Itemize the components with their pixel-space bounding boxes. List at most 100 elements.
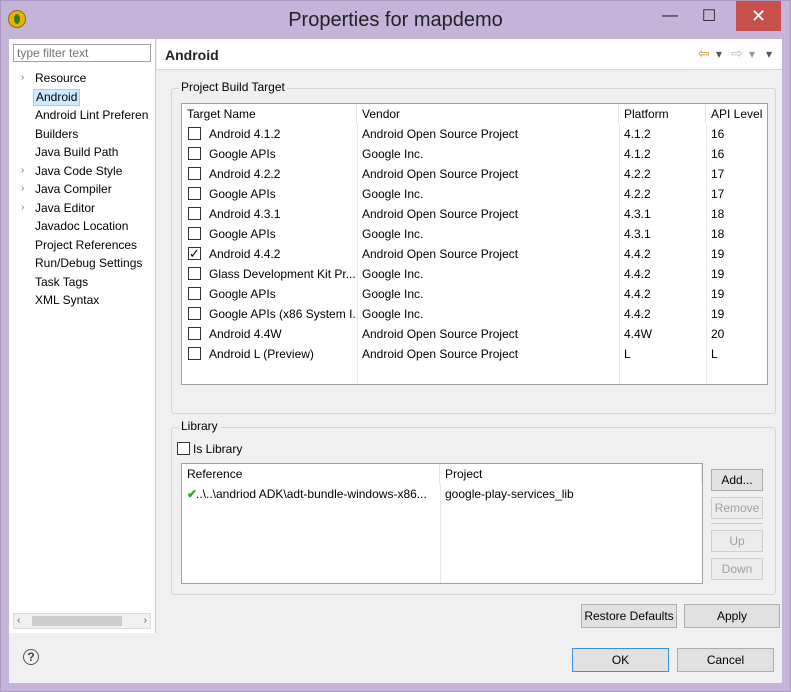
target-checkbox[interactable] [188, 127, 201, 140]
tree-item-label: Java Code Style [35, 163, 123, 178]
page-header: Android ⇦ ▾ ⇨ ▾ ▾ [157, 39, 782, 70]
scroll-right-icon[interactable]: › [144, 614, 147, 628]
chevron-right-icon[interactable]: › [21, 162, 24, 181]
api-level-cell: 19 [711, 307, 725, 321]
page-title: Android [165, 47, 219, 63]
target-name-cell: Glass Development Kit Pr... [209, 267, 356, 281]
tree-item[interactable]: XML Syntax [9, 291, 155, 310]
vendor-cell: Google Inc. [362, 267, 424, 281]
table-row[interactable]: Android 4.4W Android Open Source Project 4… [182, 324, 767, 344]
maximize-button[interactable]: ☐ [696, 1, 722, 31]
tree-item-label: Javadoc Location [35, 219, 129, 233]
tree-item[interactable]: Android [9, 88, 155, 107]
api-level-cell: 18 [711, 207, 725, 221]
table-row[interactable]: Google APIs Google Inc. 4.1.2 16 [182, 144, 767, 164]
tree-item[interactable]: › Resource [9, 69, 155, 88]
view-menu-chevron-down-icon[interactable]: ▾ [766, 47, 772, 61]
vendor-cell: Android Open Source Project [362, 167, 519, 181]
back-arrow-icon[interactable]: ⇦ [698, 45, 710, 62]
tree-item-label: Builders [35, 126, 79, 141]
column-header[interactable]: Reference [182, 464, 440, 484]
horizontal-scrollbar[interactable]: ‹ › [13, 613, 151, 629]
table-row[interactable]: Android L (Preview) Android Open Source P… [182, 344, 767, 364]
target-checkbox[interactable] [188, 267, 201, 280]
table-row[interactable]: Android 4.3.1 Android Open Source Project… [182, 204, 767, 224]
platform-cell: 4.4W [624, 327, 653, 341]
chevron-right-icon[interactable]: › [21, 199, 24, 218]
chevron-right-icon[interactable]: › [21, 69, 24, 88]
table-row[interactable]: Google APIs (x86 System I... Google Inc. 4… [182, 304, 767, 324]
table-row[interactable]: Google APIs Google Inc. 4.4.2 19 [182, 284, 767, 304]
cancel-button[interactable]: Cancel [677, 648, 774, 672]
table-row[interactable]: Google APIs Google Inc. 4.3.1 18 [182, 224, 767, 244]
forward-menu-chevron-down-icon[interactable]: ▾ [749, 47, 755, 61]
properties-window: Properties for mapdemo — ☐ ✕ › Resource An… [0, 0, 791, 692]
target-checkbox[interactable]: ✓ [188, 247, 201, 260]
tree-item[interactable]: Builders [9, 125, 155, 144]
api-level-cell: 17 [711, 187, 725, 201]
title-bar[interactable]: Properties for mapdemo — ☐ ✕ [1, 1, 790, 39]
target-name-cell: Android 4.3.1 [209, 207, 281, 221]
column-header[interactable]: API Level [706, 104, 767, 124]
target-checkbox[interactable] [188, 307, 201, 320]
target-checkbox[interactable] [188, 347, 201, 360]
tree-item-label: Java Build Path [35, 145, 119, 159]
platform-cell: 4.3.1 [624, 227, 651, 241]
target-checkbox[interactable] [188, 327, 201, 340]
is-library-checkbox-box[interactable] [177, 442, 190, 455]
target-checkbox[interactable] [188, 227, 201, 240]
target-name-cell: Android 4.2.2 [209, 167, 281, 181]
tree-item[interactable]: Javadoc Location [9, 217, 155, 236]
platform-cell: 4.4.2 [624, 267, 651, 281]
tree-item[interactable]: Run/Debug Settings [9, 254, 155, 273]
move-up-button[interactable]: Up [711, 530, 763, 552]
tree-item-label: Resource [35, 71, 87, 85]
tree-item[interactable]: › Java Editor [9, 199, 155, 218]
scroll-thumb[interactable] [32, 616, 122, 626]
table-row[interactable]: Glass Development Kit Pr... Google Inc. 4.… [182, 264, 767, 284]
move-down-button[interactable]: Down [711, 558, 763, 580]
api-level-cell: 19 [711, 287, 725, 301]
tree-item[interactable]: Project References [9, 236, 155, 255]
target-name-cell: Google APIs [209, 227, 276, 241]
vendor-cell: Android Open Source Project [362, 127, 519, 141]
apply-button[interactable]: Apply [684, 604, 780, 628]
close-button[interactable]: ✕ [736, 1, 781, 31]
target-checkbox[interactable] [188, 167, 201, 180]
column-header[interactable]: Project [440, 464, 702, 484]
help-icon[interactable]: ? [23, 649, 39, 665]
vendor-cell: Google Inc. [362, 227, 424, 241]
ok-button[interactable]: OK [572, 648, 669, 672]
target-checkbox[interactable] [188, 187, 201, 200]
target-checkbox[interactable] [188, 147, 201, 160]
add-library-button[interactable]: Add... [711, 469, 763, 491]
target-checkbox[interactable] [188, 287, 201, 300]
platform-cell: 4.1.2 [624, 127, 651, 141]
forward-arrow-icon[interactable]: ⇨ [731, 45, 743, 62]
tree-item[interactable]: Android Lint Preferen [9, 106, 155, 125]
library-table-header: Reference Project [182, 464, 702, 484]
table-row[interactable]: ✓ Android 4.4.2 Android Open Source Projec… [182, 244, 767, 264]
table-row[interactable]: Google APIs Google Inc. 4.2.2 17 [182, 184, 767, 204]
chevron-right-icon[interactable]: › [21, 180, 24, 199]
table-row[interactable]: Android 4.2.2 Android Open Source Project… [182, 164, 767, 184]
dialog-footer: ? OK Cancel [9, 633, 782, 683]
tree-item[interactable]: › Java Code Style [9, 162, 155, 181]
tree-item[interactable]: Task Tags [9, 273, 155, 292]
tree-item[interactable]: Java Build Path [9, 143, 155, 162]
tree-item[interactable]: › Java Compiler [9, 180, 155, 199]
minimize-button[interactable]: — [657, 1, 683, 31]
remove-library-button[interactable]: Remove [711, 497, 763, 519]
table-row[interactable]: ✔ ..\..\andriod ADK\adt-bundle-windows-x8… [182, 484, 702, 504]
api-level-cell: L [711, 347, 718, 361]
column-header[interactable]: Target Name [182, 104, 357, 124]
category-tree: › Resource Android Android Lint Preferen Bui… [9, 69, 155, 310]
back-menu-chevron-down-icon[interactable]: ▾ [716, 47, 722, 61]
filter-input[interactable] [13, 44, 151, 62]
scroll-left-icon[interactable]: ‹ [17, 614, 20, 628]
column-header[interactable]: Vendor [357, 104, 619, 124]
target-checkbox[interactable] [188, 207, 201, 220]
restore-defaults-button[interactable]: Restore Defaults [581, 604, 677, 628]
column-header[interactable]: Platform [619, 104, 706, 124]
table-row[interactable]: Android 4.1.2 Android Open Source Project… [182, 124, 767, 144]
